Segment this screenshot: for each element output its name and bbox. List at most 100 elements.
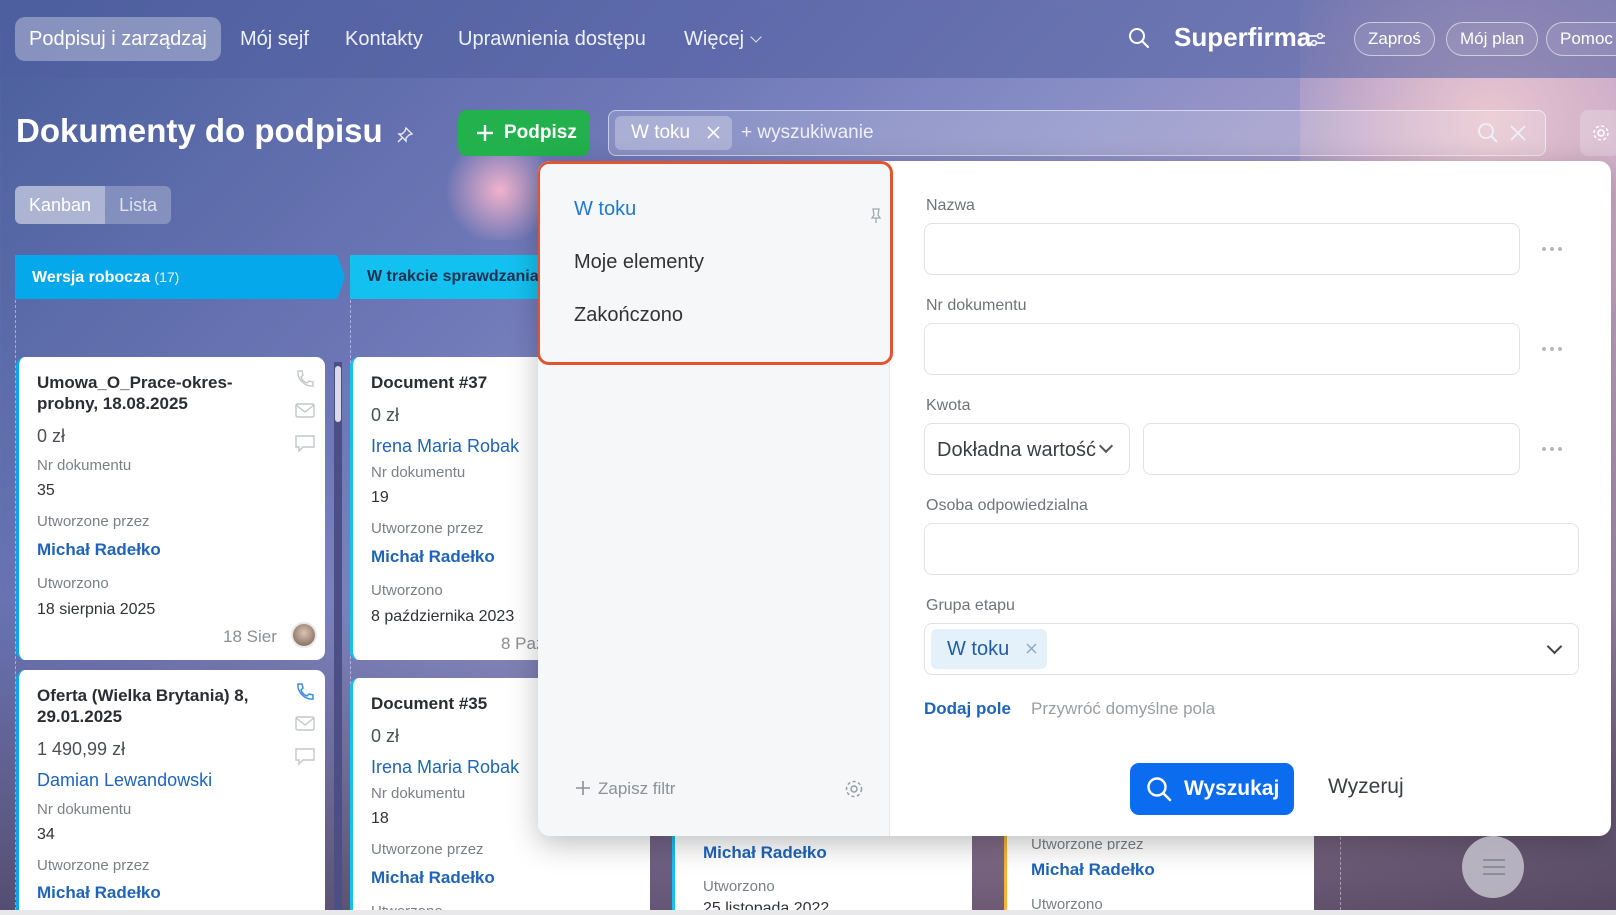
chat-icon[interactable] xyxy=(294,746,316,766)
card-title[interactable]: Document #35 xyxy=(371,693,487,714)
card-created-by[interactable]: Michał Radełko xyxy=(371,547,495,567)
responsible-label: Osoba odpowiedzialna xyxy=(926,497,1088,514)
invite-button[interactable]: Zaproś xyxy=(1354,22,1435,56)
card-responsible[interactable]: Damian Lewandowski xyxy=(37,770,212,791)
filter-panel: W toku Moje elementy Zakończono Zapisz f… xyxy=(538,161,1611,836)
search-icon[interactable] xyxy=(1477,122,1499,144)
reset-button[interactable]: Wyzeruj xyxy=(1328,775,1404,799)
preset-in-progress[interactable]: W toku xyxy=(574,198,636,221)
plus-icon xyxy=(477,125,493,141)
sign-button[interactable]: Podpisz xyxy=(458,110,590,156)
save-filter-button[interactable]: Zapisz filtr xyxy=(576,779,675,799)
amount-mode-select[interactable]: Dokładna wartość xyxy=(924,423,1130,475)
card-short-date: 18 Sier xyxy=(223,627,277,646)
name-label: Nazwa xyxy=(926,197,975,214)
card-created-by-label: Utworzone przez xyxy=(371,841,484,858)
card-created-by[interactable]: Michał Radełko xyxy=(703,843,827,863)
scrollbar-thumb[interactable] xyxy=(335,366,341,422)
nav-item-more[interactable]: Więcej xyxy=(684,17,762,61)
stage-chip[interactable]: W toku xyxy=(931,629,1048,669)
restore-default-fields-link[interactable]: Przywróć domyślne pola xyxy=(1031,699,1215,719)
close-icon[interactable] xyxy=(1026,643,1037,654)
kanban-card[interactable]: Utworzone przez Michał Radełko Utworzono xyxy=(1004,836,1314,915)
more-options-icon[interactable] xyxy=(1542,345,1566,353)
card-created-by[interactable]: Michał Radełko xyxy=(1031,860,1155,880)
active-filter-chip[interactable]: W toku xyxy=(615,116,733,150)
pin-icon[interactable] xyxy=(870,208,882,224)
more-options-icon[interactable] xyxy=(1542,445,1566,453)
more-options-icon[interactable] xyxy=(1542,245,1566,253)
card-created-by[interactable]: Michał Radełko xyxy=(371,868,495,888)
search-input[interactable]: + wyszukiwanie xyxy=(741,122,874,144)
card-title[interactable]: Document #37 xyxy=(371,372,487,393)
active-filter-chip-label: W toku xyxy=(631,122,691,143)
view-list[interactable]: Lista xyxy=(105,186,171,224)
company-name[interactable]: Superfirma xyxy=(1174,22,1311,53)
column-name: W trakcie sprawdzania xyxy=(367,268,539,285)
view-kanban[interactable]: Kanban xyxy=(15,186,106,224)
name-input[interactable] xyxy=(924,223,1520,275)
phone-icon[interactable] xyxy=(294,682,316,702)
stage-group-select[interactable]: W toku xyxy=(924,623,1579,675)
card-created-by[interactable]: Michał Radełko xyxy=(37,540,161,560)
chat-icon[interactable] xyxy=(294,433,316,453)
card-amount: 0 zł xyxy=(37,426,66,446)
filter-search-bar[interactable]: W toku + wyszukiwanie xyxy=(608,110,1546,156)
preset-my-items[interactable]: Moje elementy xyxy=(574,251,704,274)
mail-icon[interactable] xyxy=(294,714,316,734)
save-filter-label: Zapisz filtr xyxy=(598,779,676,798)
responsible-input[interactable] xyxy=(924,523,1579,575)
gear-icon[interactable] xyxy=(844,779,864,799)
nav-item-my-safe[interactable]: Mój sejf xyxy=(240,17,309,61)
card-doc-no: 34 xyxy=(37,826,55,843)
card-created-label: Utworzono xyxy=(703,878,775,895)
card-responsible[interactable]: Irena Maria Robak xyxy=(371,757,519,778)
kanban-card[interactable]: Umowa_O_Prace-okres-probny, 18.08.2025 0… xyxy=(16,357,325,660)
view-switcher: Kanban Lista xyxy=(15,186,172,224)
preset-completed[interactable]: Zakończono xyxy=(574,304,683,327)
search-icon[interactable] xyxy=(1128,27,1150,49)
doc-number-input[interactable] xyxy=(924,323,1520,375)
search-button[interactable]: Wyszukaj xyxy=(1130,763,1294,815)
card-created-label: Utworzono xyxy=(371,582,443,599)
column-count: (17) xyxy=(154,269,180,285)
card-title[interactable]: Umowa_O_Prace-okres-probny, 18.08.2025 xyxy=(37,372,267,414)
horizontal-scrollbar[interactable] xyxy=(0,910,1616,915)
chevron-down-icon[interactable] xyxy=(1546,638,1563,655)
nav-item-more-label: Więcej xyxy=(684,28,745,50)
mail-icon[interactable] xyxy=(294,401,316,421)
close-icon[interactable] xyxy=(707,126,720,139)
amount-input[interactable] xyxy=(1143,423,1520,475)
kanban-card[interactable]: Michał Radełko Utworzono 25 listopada 20… xyxy=(672,836,972,915)
kanban-card[interactable]: Document #37 0 zł Irena Maria Robak Nr d… xyxy=(350,357,550,660)
filter-presets: W toku Moje elementy Zakończono Zapisz f… xyxy=(538,161,893,836)
kanban-card[interactable]: Oferta (Wielka Brytania) 8, 29.01.2025 1… xyxy=(16,670,325,915)
card-created-by-label: Utworzone przez xyxy=(371,520,484,537)
nav-item-access-permissions[interactable]: Uprawnienia dostępu xyxy=(458,17,646,61)
settings-sliders-icon[interactable] xyxy=(1308,32,1326,48)
pin-icon[interactable] xyxy=(396,126,414,144)
settings-button[interactable] xyxy=(1580,110,1616,156)
card-created-by[interactable]: Michał Radełko xyxy=(37,883,161,903)
scrollbar-track[interactable] xyxy=(334,362,342,915)
phone-icon[interactable] xyxy=(294,369,316,389)
card-created-date: 18 sierpnia 2025 xyxy=(37,601,156,618)
amount-label: Kwota xyxy=(926,397,971,414)
card-created-date: 8 października 2023 xyxy=(371,608,515,625)
card-doc-label: Nr dokumentu xyxy=(371,464,466,481)
list-menu-button[interactable] xyxy=(1462,836,1524,898)
column-header-review[interactable]: W trakcie sprawdzania xyxy=(350,255,550,299)
search-icon xyxy=(1147,777,1172,802)
help-button[interactable]: Pomoc xyxy=(1546,22,1616,56)
column-header-draft[interactable]: Wersja robocza (17) xyxy=(15,255,345,299)
add-field-link[interactable]: Dodaj pole xyxy=(924,699,1011,719)
nav-item-contacts[interactable]: Kontakty xyxy=(345,17,423,61)
clear-icon[interactable] xyxy=(1509,124,1527,142)
card-title[interactable]: Oferta (Wielka Brytania) 8, 29.01.2025 xyxy=(37,685,267,727)
chevron-down-icon xyxy=(750,31,762,43)
card-doc-label: Nr dokumentu xyxy=(37,801,132,818)
avatar[interactable] xyxy=(291,622,317,648)
my-plan-button[interactable]: Mój plan xyxy=(1446,22,1539,56)
card-responsible[interactable]: Irena Maria Robak xyxy=(371,436,519,457)
nav-item-sign-manage[interactable]: Podpisuj i zarządzaj xyxy=(15,17,221,61)
